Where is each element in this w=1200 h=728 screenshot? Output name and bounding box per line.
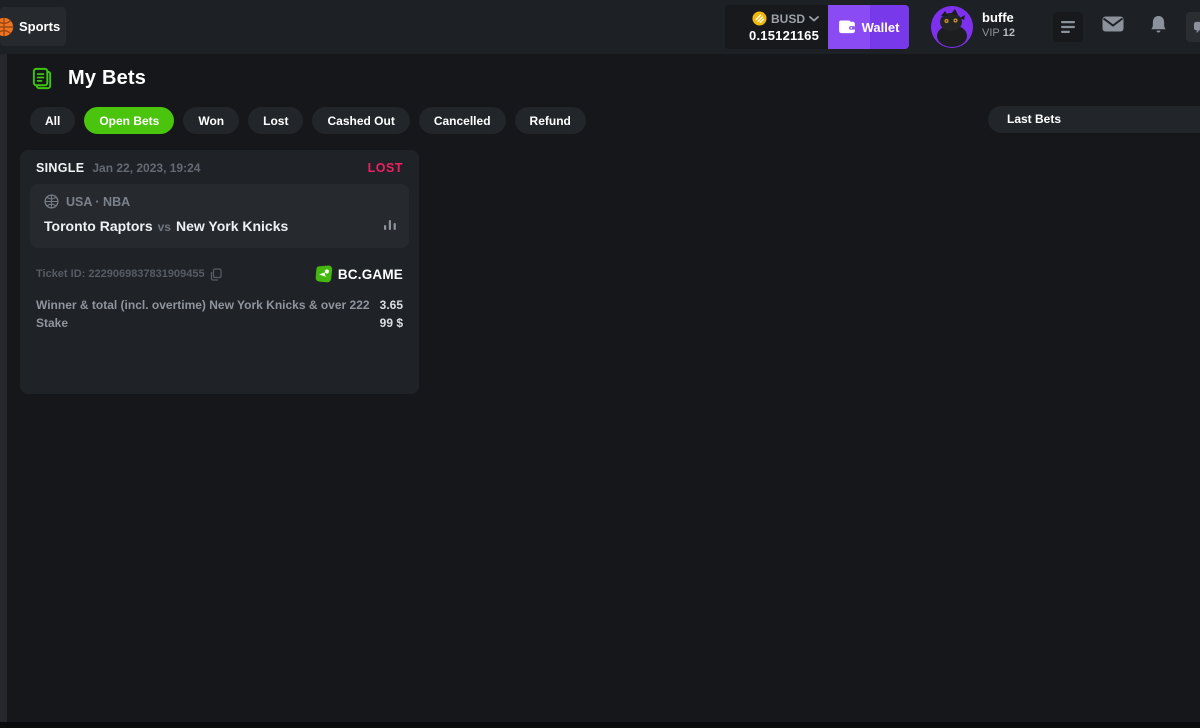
chat-icon[interactable] [1186,12,1200,42]
league-label: USA · NBA [66,195,130,209]
filter-won[interactable]: Won [183,107,239,134]
user-info[interactable]: buffe VIP12 [982,10,1015,39]
sports-tab[interactable]: Sports [0,7,66,46]
filter-open-bets[interactable]: Open Bets [84,107,174,134]
avatar[interactable] [931,6,973,48]
bcgame-icon [315,265,333,283]
bet-rows: Winner & total (incl. overtime) New York… [20,296,419,332]
currency-selector[interactable]: BUSD 0.15121165 [725,5,828,49]
my-bets-page: My Bets All Open Bets Won Lost Cashed Out Can… [7,54,1200,722]
filter-refund[interactable]: Refund [515,107,586,134]
page-head: My Bets [30,66,146,91]
chevron-down-icon [809,16,819,22]
away-team: New York Knicks [176,218,288,234]
bet-datetime: Jan 22, 2023, 19:24 [92,161,200,175]
basketball-outline-icon [44,194,59,209]
filter-cashed-out[interactable]: Cashed Out [312,107,409,134]
bet-card-header: SINGLE Jan 22, 2023, 19:24 LOST [20,150,419,184]
bet-row: Winner & total (incl. overtime) New York… [36,296,403,314]
basketball-icon [0,16,15,38]
bet-row-value: 3.65 [380,296,403,314]
bet-row-label: Winner & total (incl. overtime) New York… [36,296,370,314]
brand-logo: BC.GAME [315,265,403,283]
bet-filters: All Open Bets Won Lost Cashed Out Cancelled Re… [30,107,586,134]
topbar: Sports BUSD 0.15121165 Wa [0,0,1200,54]
wallet-label: Wallet [862,20,900,35]
copy-icon[interactable] [210,268,222,281]
ticket-row: Ticket ID: 2229069837831909455 BC.GAME [20,265,419,283]
last-bets-label: Last Bets [1007,112,1061,126]
page-title: My Bets [68,67,146,90]
filter-all[interactable]: All [30,107,75,134]
currency-code: BUSD [771,12,805,26]
vs-label: vs [158,220,171,234]
home-team: Toronto Raptors [44,218,153,234]
wallet-icon [838,20,856,34]
bet-list-icon[interactable] [1053,12,1083,42]
filter-lost[interactable]: Lost [248,107,303,134]
wallet-balance: 0.15121165 [734,28,819,43]
username: buffe [982,10,1015,25]
bet-row-label: Stake [36,314,68,332]
my-bets-icon [30,66,55,91]
notifications-icon[interactable] [1150,15,1167,37]
league-row: USA · NBA [44,194,397,209]
bet-status-badge: LOST [368,161,403,175]
teams-row: Toronto Raptors vs New York Knicks [44,218,397,236]
brand-name: BC.GAME [338,267,403,282]
bet-card: SINGLE Jan 22, 2023, 19:24 LOST USA · NB… [20,150,419,394]
match-panel[interactable]: USA · NBA Toronto Raptors vs New York Kn… [30,184,409,248]
coin-icon [752,11,767,26]
filter-cancelled[interactable]: Cancelled [419,107,506,134]
mail-icon[interactable] [1102,16,1124,35]
bet-row-value: 99 $ [380,314,403,332]
match-stats-icon[interactable] [383,218,397,236]
bet-type: SINGLE [36,161,84,175]
sports-label: Sports [19,19,60,34]
ticket-id: Ticket ID: 2229069837831909455 [36,268,205,280]
wallet-button[interactable]: Wallet [828,5,909,49]
last-bets-dropdown[interactable]: Last Bets [988,106,1200,133]
bet-row: Stake 99 $ [36,314,403,332]
bottom-strip [0,722,1200,728]
vip-level: VIP12 [982,27,1015,39]
